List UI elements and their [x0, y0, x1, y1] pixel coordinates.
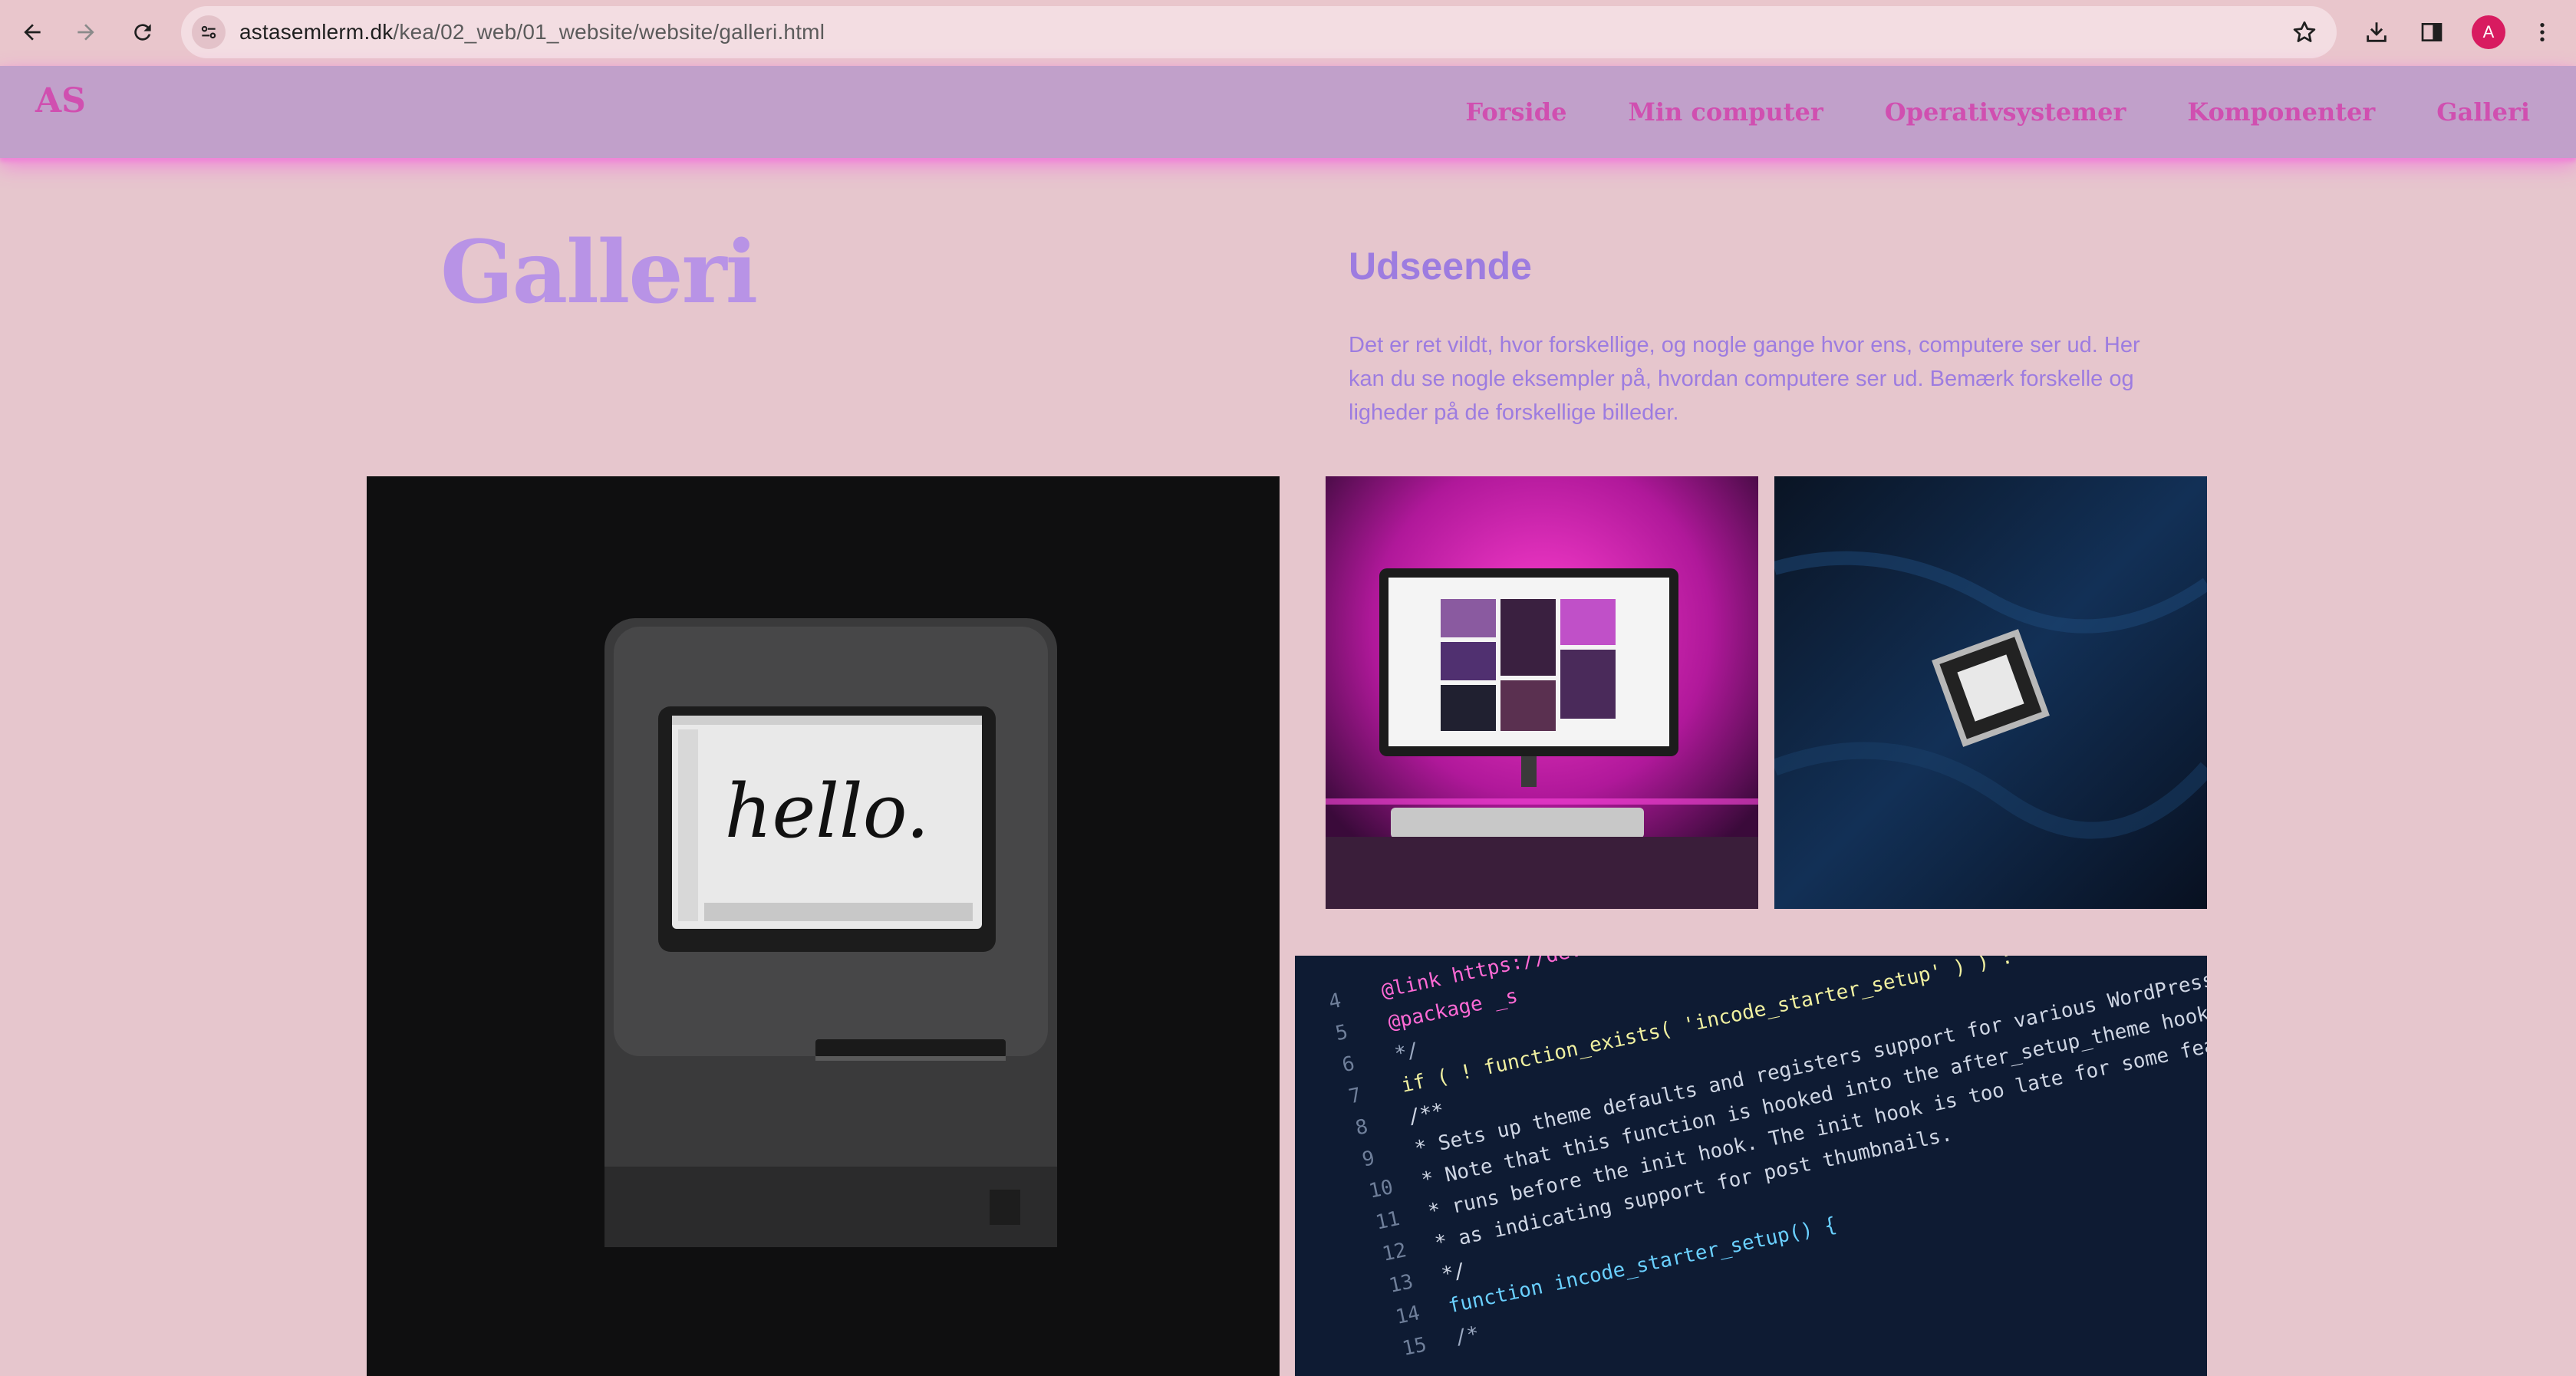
code-line: */: [1440, 1259, 1468, 1287]
code-line-number: 15: [1401, 1333, 1429, 1361]
more-vertical-icon: [2540, 23, 2545, 41]
tune-icon: [201, 25, 216, 39]
nav-link-operativsystemer[interactable]: Operativsystemer: [1885, 97, 2126, 127]
section-text: Det er ret vildt, hvor forskellige, og n…: [1349, 333, 2140, 425]
code-line-number: 10: [1367, 1176, 1395, 1203]
gallery-image-code: 4 5 6 7 8 9 10 11 12 13 14 15 @link http…: [1295, 956, 2207, 1376]
reload-icon: [134, 24, 151, 41]
reload-button[interactable]: [124, 14, 161, 51]
side-panel-button[interactable]: [2413, 14, 2450, 51]
downloads-button[interactable]: [2358, 14, 2395, 51]
site-header: AS Forside Min computer Operativsystemer…: [0, 66, 2576, 158]
address-bar[interactable]: astasemlerm.dk/kea/02_web/01_website/web…: [181, 6, 2337, 58]
nav-link-forside[interactable]: Forside: [1465, 97, 1566, 127]
desk-setup-illustration: [1326, 476, 1758, 909]
browser-menu-button[interactable]: [2524, 14, 2561, 51]
browser-toolbar: astasemlerm.dk/kea/02_web/01_website/web…: [0, 0, 2576, 66]
macintosh-illustration: hello.: [367, 476, 1280, 1376]
nav-link-komponenter[interactable]: Komponenter: [2187, 97, 2375, 127]
url-text[interactable]: astasemlerm.dk/kea/02_web/01_website/web…: [239, 6, 825, 58]
main-nav: Forside Min computer Operativsystemer Ko…: [1465, 66, 2530, 158]
arrow-left-icon: [24, 24, 41, 41]
url-path: /kea/02_web/01_website/website/galleri.h…: [393, 20, 825, 44]
code-line: /*: [1453, 1322, 1481, 1350]
url-domain: astasemlerm.dk: [239, 20, 394, 44]
nav-link-min-computer[interactable]: Min computer: [1628, 97, 1823, 127]
arrow-right-icon: [77, 24, 94, 41]
nav-link-galleri[interactable]: Galleri: [2436, 97, 2530, 127]
bookmark-star-icon[interactable]: [2291, 18, 2318, 46]
profile-avatar[interactable]: A: [2472, 15, 2505, 49]
download-icon: [2367, 22, 2387, 42]
section-title: Udseende: [1349, 245, 1532, 288]
code-line-number: 11: [1374, 1207, 1402, 1235]
gallery-image-cpu-chip: [1774, 476, 2207, 909]
forward-button[interactable]: [68, 14, 104, 51]
mac-screen-text: hello.: [725, 769, 930, 854]
page-title: Galleri: [440, 222, 758, 323]
side-panel-icon: [2421, 23, 2443, 41]
back-button[interactable]: [14, 14, 51, 51]
code-line-number: 12: [1380, 1239, 1408, 1266]
cpu-chip-illustration: [1774, 476, 2207, 909]
site-logo[interactable]: AS: [35, 81, 86, 120]
code-line: */: [1392, 1039, 1421, 1066]
site-info-button[interactable]: [192, 15, 226, 49]
gallery-image-pink-desk: [1326, 476, 1758, 909]
code-screen-illustration: 4 5 6 7 8 9 10 11 12 13 14 15 @link http…: [1295, 956, 2207, 1376]
code-line-number: 13: [1387, 1270, 1415, 1298]
gallery-image-macintosh: hello.: [367, 476, 1280, 1376]
code-line-number: 14: [1394, 1302, 1422, 1329]
